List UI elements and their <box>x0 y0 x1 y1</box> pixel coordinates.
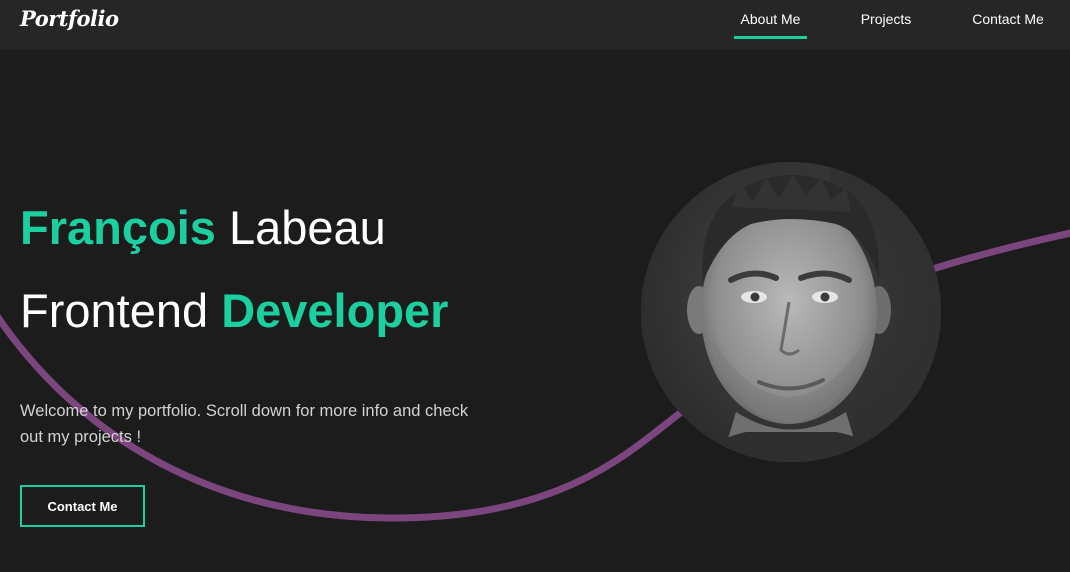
nav-item-label: About Me <box>740 11 801 27</box>
active-nav-indicator <box>734 36 807 39</box>
nav-item-label: Projects <box>860 11 912 27</box>
hero-subtitle: Welcome to my portfolio. Scroll down for… <box>20 402 469 446</box>
nav-item-contact-me[interactable]: Contact Me <box>971 10 1045 40</box>
profile-photo-icon <box>641 162 941 462</box>
contact-me-button[interactable]: Contact Me <box>20 485 145 527</box>
hero-title-second: Developer <box>221 284 449 337</box>
nav-item-about-me[interactable]: About Me <box>734 10 807 40</box>
hero-first-name: François <box>20 201 216 254</box>
nav-item-projects[interactable]: Projects <box>860 10 912 40</box>
hero-title: Frontend Developer <box>20 283 448 339</box>
hero-title-first: Frontend <box>20 284 209 337</box>
navbar: Portfolio About Me Projects Contact Me <box>0 0 1070 50</box>
profile-photo-avatar <box>641 162 941 462</box>
nav-item-label: Contact Me <box>972 11 1044 27</box>
logo[interactable]: Portfolio <box>20 6 119 31</box>
portfolio-page: Portfolio About Me Projects Contact Me F… <box>0 0 1070 572</box>
hero-last-name: Labeau <box>228 201 386 254</box>
hero-name: François Labeau <box>20 200 386 256</box>
